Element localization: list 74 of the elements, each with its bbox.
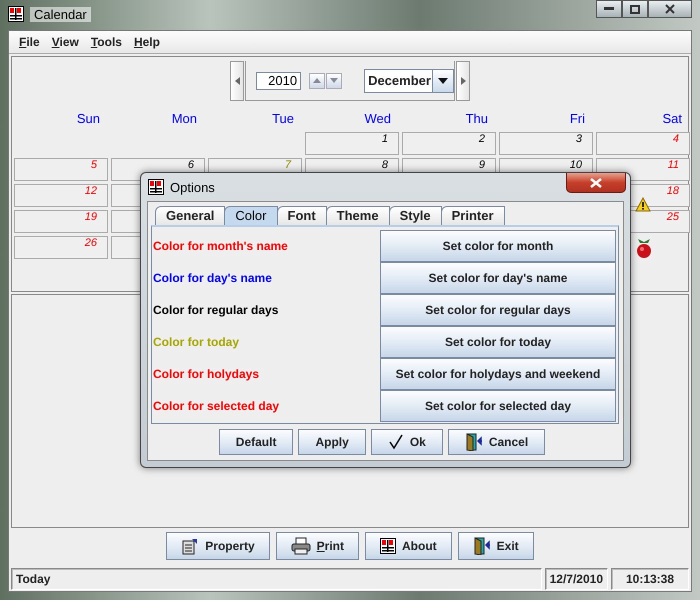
color-label: Color for regular days (152, 303, 280, 317)
ornament-icon (634, 237, 654, 259)
menu-item[interactable]: Help (128, 35, 166, 49)
spin-up-button[interactable] (309, 72, 326, 88)
status-time: 10:13:38 (611, 568, 689, 590)
close-icon (590, 178, 602, 188)
color-label: Color for day's name (152, 271, 273, 285)
tab[interactable]: Font (276, 206, 327, 225)
tab[interactable]: Printer (440, 206, 505, 225)
day-name: Fri (568, 111, 586, 128)
maximize-button[interactable] (622, 0, 648, 18)
day-name: Wed (364, 111, 392, 128)
spin-down-button[interactable] (326, 72, 342, 88)
set-color-button[interactable]: Set color for day's name (380, 262, 616, 294)
day-cell[interactable]: 3 (499, 132, 593, 155)
color-label: Color for month's name (152, 239, 289, 253)
day-cell[interactable]: 2 (402, 132, 496, 155)
set-color-button[interactable]: Set color for regular days (380, 294, 616, 326)
menu-item[interactable]: View (46, 35, 85, 49)
right-arrow-icon (460, 77, 466, 85)
month-dropdown[interactable]: December (364, 68, 454, 92)
menu-item[interactable]: File (13, 35, 46, 49)
app-icon (148, 179, 164, 195)
set-color-button[interactable]: Set color for today (380, 326, 616, 358)
set-color-button[interactable]: Set color for month (380, 230, 616, 262)
door-icon (472, 537, 491, 555)
year-field[interactable]: 2010 (256, 72, 302, 90)
cancel-button[interactable]: Cancel (448, 429, 546, 455)
minimize-icon (604, 7, 614, 11)
day-name: Tue (271, 111, 295, 128)
color-label: Color for holydays (152, 367, 260, 381)
down-arrow-icon (330, 78, 338, 83)
status-message: Today (11, 568, 542, 590)
calendar-icon (380, 538, 396, 554)
minimize-button[interactable] (596, 0, 622, 18)
close-button[interactable] (566, 173, 626, 193)
about-button[interactable]: About (365, 532, 452, 560)
day-name: Sat (661, 111, 683, 128)
app-icon (8, 6, 24, 22)
day-name: Sun (76, 111, 101, 128)
set-color-button[interactable]: Set color for selected day (380, 390, 616, 422)
set-color-button[interactable]: Set color for holydays and weekend (380, 358, 616, 390)
day-cell[interactable]: 1 (305, 132, 399, 155)
tab[interactable]: Theme (326, 206, 390, 225)
exit-button[interactable]: Exit (458, 532, 534, 560)
day-name: Thu (464, 111, 489, 128)
property-button[interactable]: Property (166, 532, 270, 560)
maximize-icon (630, 4, 640, 14)
dialog-button[interactable]: Default (218, 429, 294, 455)
printer-icon (290, 537, 311, 555)
print-button[interactable]: Print (276, 532, 360, 560)
next-button[interactable] (456, 61, 470, 101)
warning-icon (635, 197, 651, 212)
tab[interactable]: Style (388, 206, 442, 225)
dialog-button[interactable]: Apply (298, 429, 366, 455)
window-title: Calendar (30, 6, 91, 22)
color-label: Color for today (152, 335, 240, 349)
up-arrow-icon (313, 78, 322, 83)
day-name: Mon (170, 111, 198, 128)
door-icon (464, 433, 483, 451)
close-button[interactable] (648, 0, 692, 18)
menu-item[interactable]: Tools (84, 35, 128, 49)
previous-button[interactable] (230, 61, 244, 101)
ok-button[interactable]: Ok (370, 429, 443, 455)
status-date: 12/7/2010 (544, 568, 608, 590)
left-arrow-icon (234, 77, 240, 85)
tab[interactable]: Color (224, 206, 278, 225)
dialog-title: Options (170, 180, 215, 194)
close-icon (665, 4, 675, 14)
color-label: Color for selected day (152, 399, 280, 413)
document-icon (181, 537, 200, 555)
dropdown-arrow-icon (438, 78, 448, 84)
tab[interactable]: General (155, 206, 226, 225)
check-icon (388, 434, 404, 450)
